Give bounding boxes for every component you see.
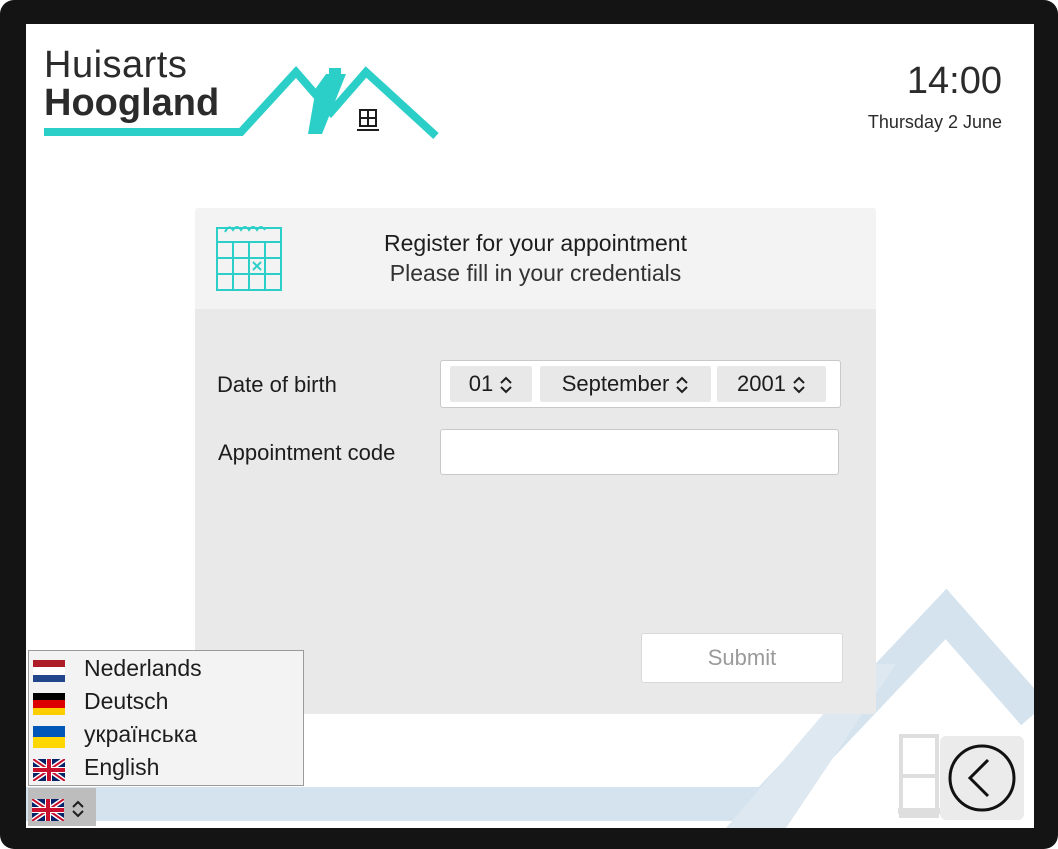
dob-year-select[interactable]: 2001: [717, 366, 826, 402]
de-flag-icon: [33, 693, 65, 715]
back-arrow-icon: [948, 744, 1016, 812]
kiosk-screen: Huisarts Hoogland 14:00 Thursday 2 June: [26, 24, 1034, 828]
appointment-code-input[interactable]: [440, 429, 839, 475]
language-menu: Nederlands Deutsch українська English: [28, 650, 304, 786]
submit-button[interactable]: Submit: [641, 633, 843, 683]
brand-name-line1: Huisarts: [44, 44, 188, 86]
brand-logo: Huisarts Hoogland: [26, 24, 456, 144]
dob-picker: 01 September 2001: [440, 360, 841, 408]
nl-flag-icon: [33, 660, 65, 682]
clock-time: 14:00: [906, 60, 1002, 102]
chevron-updown-icon: [676, 376, 689, 394]
back-button[interactable]: [940, 736, 1024, 820]
window-icon: [357, 109, 379, 131]
uk-flag-icon: [33, 759, 65, 781]
dob-year-value: 2001: [737, 371, 786, 396]
language-selector-button[interactable]: [28, 788, 96, 826]
uk-flag-icon: [32, 799, 64, 821]
language-option-ukrainian[interactable]: українська: [29, 719, 303, 752]
language-label: Nederlands: [84, 655, 202, 681]
chevron-updown-icon: [793, 376, 805, 394]
dob-label: Date of birth: [217, 372, 337, 397]
language-option-nederlands[interactable]: Nederlands: [29, 653, 303, 686]
clock-date: Thursday 2 June: [867, 112, 1002, 132]
panel-header: Register for your appointment Please fil…: [195, 208, 876, 309]
dob-day-value: 01: [468, 371, 494, 396]
dob-day-select[interactable]: 01: [450, 366, 532, 402]
chevron-updown-icon: [500, 376, 512, 394]
panel-title: Register for your appointment: [384, 230, 687, 256]
language-option-english[interactable]: English: [29, 752, 303, 785]
language-label: English: [84, 754, 160, 780]
ua-flag-icon: [33, 726, 65, 748]
chevron-updown-icon: [72, 800, 84, 818]
brand-name-line2: Hoogland: [44, 82, 220, 124]
dob-month-value: September: [561, 371, 670, 396]
language-label: Deutsch: [84, 688, 169, 714]
language-option-deutsch[interactable]: Deutsch: [29, 686, 303, 719]
appointment-code-label: Appointment code: [218, 440, 396, 465]
language-label: українська: [84, 721, 198, 747]
dob-month-select[interactable]: September: [540, 366, 711, 402]
registration-panel: Register for your appointment Please fil…: [195, 208, 876, 714]
panel-subtitle: Please fill in your credentials: [389, 260, 682, 286]
